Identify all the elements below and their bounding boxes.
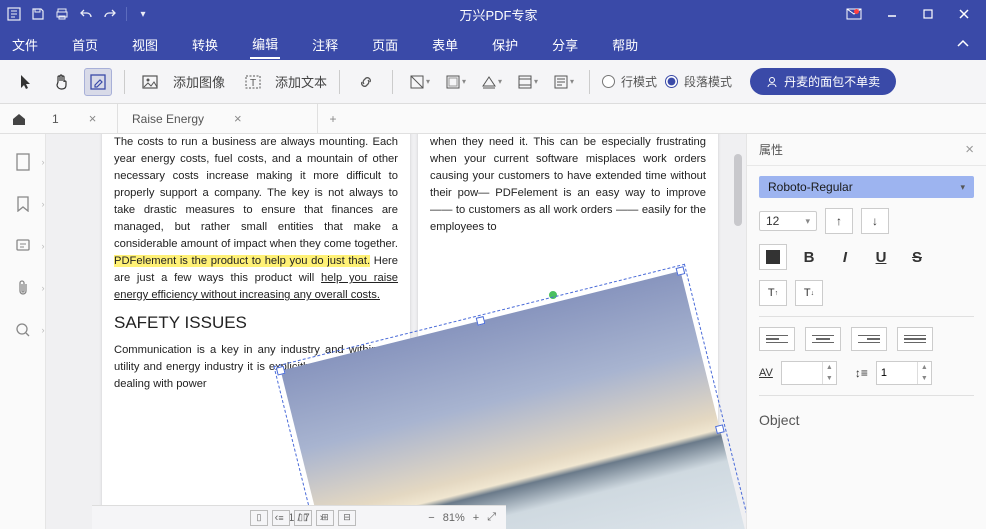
link-tool[interactable]	[352, 68, 380, 96]
select-tool[interactable]	[12, 68, 40, 96]
new-tab-button[interactable]: +	[318, 112, 348, 126]
crop-tool[interactable]: ▾	[405, 68, 433, 96]
save-icon[interactable]	[30, 6, 46, 22]
collapse-ribbon-icon[interactable]	[956, 39, 970, 49]
subscript-button[interactable]: T↓	[795, 280, 823, 306]
background-tool[interactable]: ▾	[477, 68, 505, 96]
view-continuous-icon[interactable]: ≡	[272, 510, 290, 526]
close-icon[interactable]: ×	[89, 111, 97, 126]
close-panel-icon[interactable]: ×	[965, 141, 974, 158]
app-title: 万兴PDF专家	[151, 5, 846, 24]
size-down-button[interactable]: ↓	[861, 208, 889, 234]
menu-home[interactable]: 首页	[70, 31, 100, 58]
menu-help[interactable]: 帮助	[610, 31, 640, 58]
char-spacing-input[interactable]: ▲▼	[781, 361, 837, 385]
redo-icon[interactable]	[102, 6, 118, 22]
add-text-icon[interactable]: T	[239, 68, 267, 96]
underline-button[interactable]: U	[867, 244, 895, 270]
document-canvas[interactable]: The costs to run a business are always m…	[46, 134, 746, 529]
tab-1[interactable]: 1×	[38, 104, 118, 134]
comments-icon[interactable]: ›	[13, 236, 33, 256]
close-icon[interactable]: ×	[234, 111, 242, 126]
add-text-label[interactable]: 添加文本	[275, 72, 327, 91]
menu-view[interactable]: 视图	[130, 31, 160, 58]
view-single-icon[interactable]: ▯	[250, 510, 268, 526]
undo-icon[interactable]	[78, 6, 94, 22]
thumbnails-icon[interactable]: ›	[13, 152, 33, 172]
char-spacing-icon: AV	[759, 367, 773, 379]
maximize-button[interactable]	[912, 2, 944, 26]
menu-form[interactable]: 表单	[430, 31, 460, 58]
bookmarks-icon[interactable]: ›	[13, 194, 33, 214]
font-select[interactable]: Roboto-Regular▾	[759, 176, 974, 198]
menu-edit[interactable]: 编辑	[250, 30, 280, 59]
line-mode-radio[interactable]: 行模式	[602, 73, 657, 90]
heading: SAFETY ISSUES	[114, 310, 398, 336]
dropdown-icon[interactable]: ▾	[135, 6, 151, 22]
print-icon[interactable]	[54, 6, 70, 22]
zoom-value: 81%	[443, 512, 465, 524]
watermark-tool[interactable]: ▾	[441, 68, 469, 96]
app-icon	[6, 6, 22, 22]
bates-tool[interactable]: ▾	[549, 68, 577, 96]
menu-protect[interactable]: 保护	[490, 31, 520, 58]
align-right-button[interactable]	[851, 327, 887, 351]
add-image-label[interactable]: 添加图像	[173, 72, 225, 91]
hand-tool[interactable]	[48, 68, 76, 96]
highlighted-text: PDFelement is the product to help you do…	[114, 255, 370, 267]
view-grid-icon[interactable]: ⊟	[338, 510, 356, 526]
bold-button[interactable]: B	[795, 244, 823, 270]
attachments-icon[interactable]: ›	[13, 278, 33, 298]
promo-button[interactable]: 丹麦的面包不单卖	[750, 68, 896, 95]
fit-width-icon[interactable]: ⤢	[487, 511, 496, 524]
minimize-button[interactable]	[876, 2, 908, 26]
superscript-button[interactable]: T↑	[759, 280, 787, 306]
object-section-label: Object	[759, 406, 974, 428]
font-size-select[interactable]: 12▾	[759, 211, 817, 231]
menu-annotate[interactable]: 注释	[310, 31, 340, 58]
search-panel-icon[interactable]: ›	[13, 320, 33, 340]
line-spacing-input[interactable]: ▲▼	[876, 361, 932, 385]
menu-convert[interactable]: 转换	[190, 31, 220, 58]
properties-panel: 属性 × Roboto-Regular▾ 12▾ ↑ ↓ B I U S T↑ …	[746, 134, 986, 529]
mail-icon[interactable]	[846, 8, 862, 20]
align-center-button[interactable]	[805, 327, 841, 351]
panel-title: 属性	[759, 141, 783, 158]
align-left-button[interactable]	[759, 327, 795, 351]
tab-raise-energy[interactable]: Raise Energy×	[118, 104, 318, 134]
scrollbar[interactable]	[734, 134, 744, 529]
view-two-icon[interactable]: ▯▯	[294, 510, 312, 526]
close-button[interactable]	[948, 2, 980, 26]
size-up-button[interactable]: ↑	[825, 208, 853, 234]
paragraph-mode-radio[interactable]: 段落模式	[665, 73, 732, 90]
italic-button[interactable]: I	[831, 244, 859, 270]
strikethrough-button[interactable]: S	[903, 244, 931, 270]
add-image-icon[interactable]	[137, 68, 165, 96]
header-footer-tool[interactable]: ▾	[513, 68, 541, 96]
menu-file[interactable]: 文件	[10, 31, 40, 58]
menu-page[interactable]: 页面	[370, 31, 400, 58]
edit-tool[interactable]	[84, 68, 112, 96]
line-spacing-icon: ↕≡	[855, 366, 868, 380]
home-tab-icon[interactable]	[0, 112, 38, 126]
menu-share[interactable]: 分享	[550, 31, 580, 58]
zoom-in-icon[interactable]: +	[473, 512, 479, 524]
svg-text:T: T	[250, 78, 256, 89]
align-justify-button[interactable]	[897, 327, 933, 351]
view-two-cont-icon[interactable]: ⊞	[316, 510, 334, 526]
zoom-out-icon[interactable]: −	[428, 512, 434, 524]
color-button[interactable]	[759, 244, 787, 270]
